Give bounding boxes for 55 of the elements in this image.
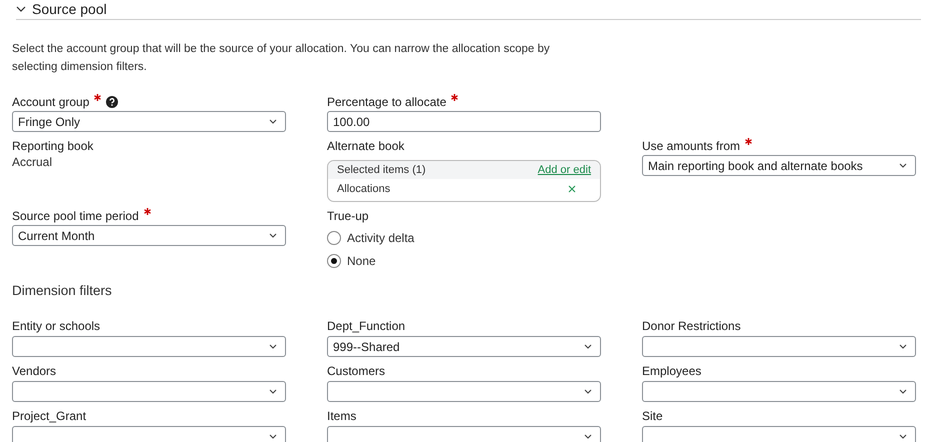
field-label: Account group: [12, 94, 90, 108]
dropdown-field[interactable]: 999--Shared: [327, 336, 601, 357]
radio-button[interactable]: [327, 230, 341, 244]
caret-icon: [269, 233, 277, 238]
field-label: Source pool time period: [12, 208, 139, 222]
section-title: Source pool: [32, 1, 107, 17]
dropdown-field[interactable]: [642, 336, 916, 357]
radio-label: Activity delta: [347, 230, 414, 244]
caret-icon: [899, 434, 907, 439]
field-value: Accrual: [12, 155, 54, 169]
caret-icon: [899, 344, 907, 349]
selected-item: Allocations: [337, 183, 390, 195]
remove-icon[interactable]: [568, 185, 576, 193]
field-label: Dept_Function: [327, 319, 406, 333]
field-label: Reporting book: [12, 138, 94, 152]
caret-icon: [269, 434, 277, 439]
dropdown-field[interactable]: [327, 381, 601, 402]
field-label: True-up: [327, 208, 369, 222]
dropdown-field[interactable]: [327, 426, 601, 442]
chevron-down-icon[interactable]: [16, 6, 26, 12]
field-label: Items: [327, 409, 356, 423]
help-icon[interactable]: [106, 96, 118, 108]
field-label: Employees: [642, 364, 702, 378]
percentage-field[interactable]: 100.00: [327, 111, 601, 132]
description-text: Select the account group that will be the source of your allocation. You can narrow the allocation scope by selecting dimension filters.: [12, 42, 551, 75]
caret-icon: [269, 389, 277, 394]
field-label: Alternate book: [327, 138, 404, 152]
field-label: Use amounts from: [642, 138, 740, 152]
dropdown-field[interactable]: Fringe Only: [12, 111, 286, 132]
radio-label: None: [347, 254, 376, 268]
add-or-edit-link[interactable]: Add or edit: [538, 164, 591, 176]
section-subtitle: Dimension filters: [12, 283, 113, 298]
dropdown-field[interactable]: Main reporting book and alternate books: [642, 155, 916, 176]
dropdown-field[interactable]: [12, 336, 286, 357]
field-label: Customers: [327, 364, 386, 378]
field-label: Site: [642, 409, 663, 423]
field-label: Entity or schools: [12, 319, 100, 333]
dropdown-field[interactable]: Current Month: [12, 225, 286, 246]
field-label: Donor Restrictions: [642, 319, 741, 333]
selected-count: Selected items (1): [337, 164, 426, 176]
caret-icon: [584, 389, 592, 394]
field-label: Vendors: [12, 364, 56, 378]
field-label: Percentage to allocate: [327, 94, 446, 108]
field-label: Project_Grant: [12, 409, 86, 423]
dropdown-field[interactable]: [12, 381, 286, 402]
caret-icon: [899, 163, 907, 168]
caret-icon: [269, 119, 277, 124]
caret-icon: [269, 344, 277, 349]
radio-button[interactable]: [327, 254, 341, 268]
caret-icon: [584, 434, 592, 439]
caret-icon: [584, 344, 592, 349]
caret-icon: [899, 389, 907, 394]
dropdown-field[interactable]: [642, 426, 916, 442]
dropdown-field[interactable]: [12, 426, 286, 442]
dropdown-field[interactable]: [642, 381, 916, 402]
